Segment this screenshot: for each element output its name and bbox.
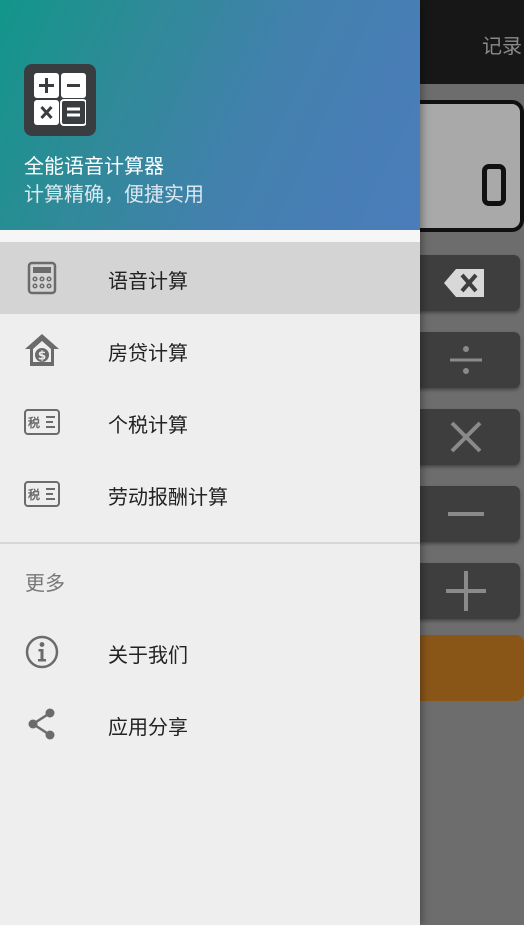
nav-item-mortgage-calculator[interactable]: $ 房贷计算: [0, 314, 420, 386]
nav-item-label: 房贷计算: [108, 341, 188, 365]
nav-item-label: 关于我们: [108, 643, 188, 667]
nav-item-label: 劳动报酬计算: [108, 485, 228, 509]
tax-icon-text: 税: [28, 488, 41, 502]
multiply-icon: [450, 421, 482, 453]
nav-item-voice-calculator[interactable]: 语音计算: [0, 242, 420, 314]
section-title-more: 更多: [25, 571, 65, 595]
header-spacer: [0, 230, 420, 242]
share-icon: [28, 708, 55, 740]
nav-item-share-app[interactable]: 应用分享: [0, 688, 420, 760]
section-divider: [0, 542, 420, 544]
nav-item-label: 个税计算: [108, 413, 188, 437]
minus-icon: [448, 512, 484, 516]
record-button[interactable]: 记录: [482, 30, 522, 59]
plus-icon: [446, 571, 486, 611]
app-name: 全能语音计算器: [24, 154, 164, 178]
nav-item-labor-pay-calculator[interactable]: 税 劳动报酬计算: [0, 458, 420, 530]
app-logo: [24, 64, 96, 136]
nav-item-label: 语音计算: [108, 269, 188, 293]
house-money-icon: $: [25, 334, 59, 366]
dollar-sign: $: [38, 349, 46, 363]
app-slogan: 计算精确，便捷实用: [24, 182, 204, 206]
nav-item-income-tax-calculator[interactable]: 税 个税计算: [0, 386, 420, 458]
tax-icon-text: 税: [28, 416, 41, 430]
calculator-grid-icon: [34, 73, 86, 126]
divide-icon: [450, 346, 482, 374]
nav-item-label: 应用分享: [108, 715, 188, 739]
backspace-icon: [444, 269, 484, 297]
navigation-drawer: 全能语音计算器 计算精确，便捷实用 语音计算 $ 房贷计算 税 个税计算 税 劳…: [0, 0, 420, 925]
nav-item-about-us[interactable]: 关于我们: [0, 616, 420, 688]
display-value: [482, 164, 506, 206]
calculator-icon: [27, 261, 57, 295]
info-icon: [25, 635, 59, 669]
drawer-header: 全能语音计算器 计算精确，便捷实用: [0, 0, 420, 230]
